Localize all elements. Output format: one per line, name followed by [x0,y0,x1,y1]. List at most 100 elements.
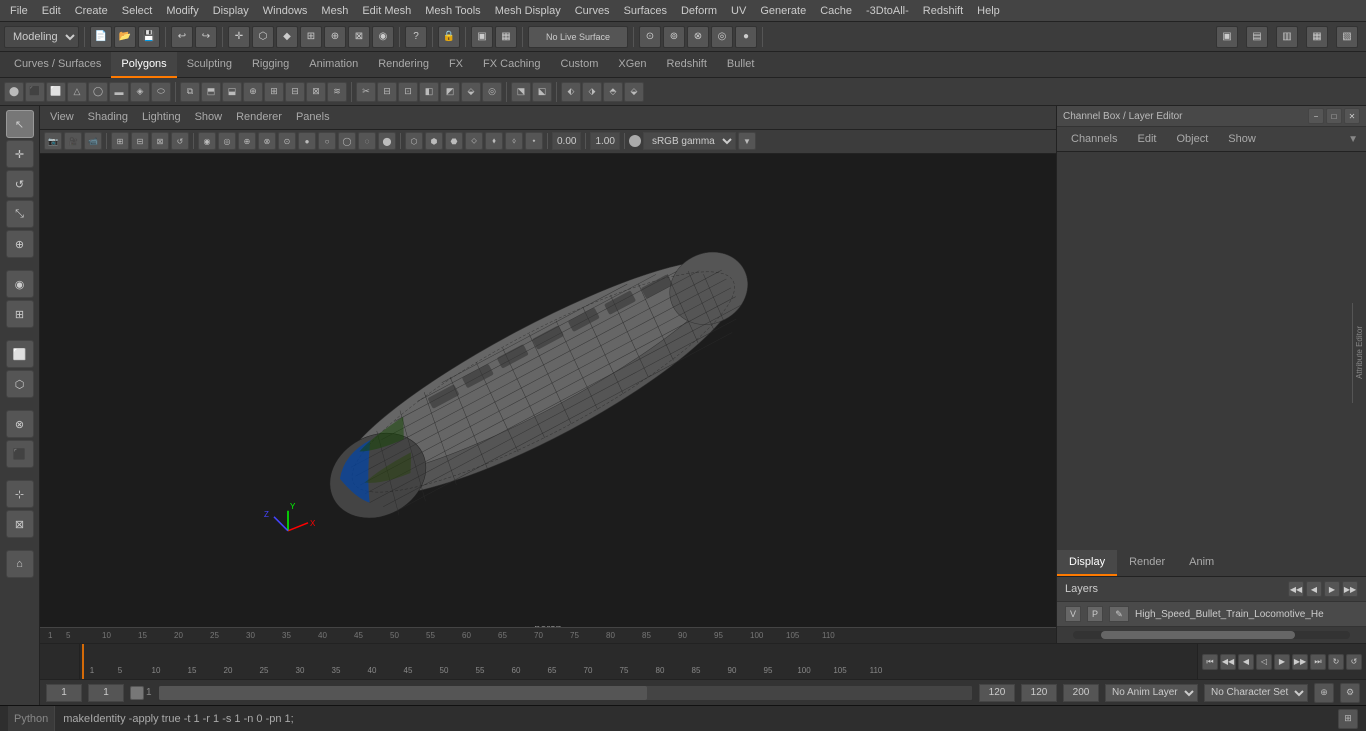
undo-button[interactable]: ↩ [171,26,193,48]
menu-file[interactable]: File [4,3,34,19]
tb2-deform2[interactable]: ⬗ [582,82,602,102]
viewport-canvas[interactable]: X Y Z persp 1 5 10 15 [40,154,1056,643]
cam-btn3[interactable]: ⊗ [687,26,709,48]
vit-gamma-arrow[interactable]: ▼ [738,132,756,150]
vit-extra6[interactable]: ⬨ [505,132,523,150]
vp-menu-show[interactable]: Show [191,111,227,123]
frame-current1[interactable] [46,684,82,702]
menu-cache[interactable]: Cache [814,3,858,19]
layer-nav-next[interactable]: ▶ [1324,581,1340,597]
pb-play-fwd[interactable]: ▶ [1274,654,1290,670]
tab-fx-caching[interactable]: FX Caching [473,52,550,78]
tb2-cut[interactable]: ✂ [356,82,376,102]
tb2-combine[interactable]: ⊞ [264,82,284,102]
point-button[interactable]: ◉ [372,26,394,48]
rp-main-tab-render[interactable]: Render [1117,550,1177,576]
menu-uv[interactable]: UV [725,3,752,19]
tb2-sphere[interactable]: ⬤ [4,82,24,102]
menu-modify[interactable]: Modify [160,3,204,19]
tb2-insert-edgeloop[interactable]: ⊟ [377,82,397,102]
lasso-tool[interactable]: ⬡ [252,26,274,48]
tab-fx[interactable]: FX [439,52,473,78]
home-btn[interactable]: ⌂ [6,550,34,578]
no-character-set-dropdown[interactable]: No Character Set [1204,684,1308,702]
magnet-button[interactable]: ⊕ [324,26,346,48]
tb2-capsule[interactable]: ⬭ [151,82,171,102]
tb2-deform3[interactable]: ⬘ [603,82,623,102]
rp-tab-edit[interactable]: Edit [1131,131,1162,147]
tb2-circularize[interactable]: ◎ [482,82,502,102]
layer-nav-next2[interactable]: ▶▶ [1342,581,1358,597]
menu-mesh-display[interactable]: Mesh Display [489,3,567,19]
menu-create[interactable]: Create [69,3,114,19]
menu-help[interactable]: Help [971,3,1006,19]
right-panel-btn3[interactable]: ▥ [1276,26,1298,48]
tab-redshift[interactable]: Redshift [657,52,717,78]
scale-tool-btn[interactable]: ⤡ [6,200,34,228]
layer-scrollbar[interactable] [1073,631,1350,639]
menu-mesh-tools[interactable]: Mesh Tools [419,3,486,19]
vit-display4[interactable]: ⊗ [258,132,276,150]
pb-settings[interactable]: ↺ [1346,654,1362,670]
pb-prev-frame[interactable]: ◀ [1238,654,1254,670]
vit-grid2[interactable]: ⊟ [131,132,149,150]
char-set-btn1[interactable]: ⊕ [1314,683,1334,703]
panel-maximize[interactable]: □ [1326,108,1342,124]
tb2-bool[interactable]: ⊕ [243,82,263,102]
panel-close[interactable]: ✕ [1344,108,1360,124]
render-btn2[interactable]: ▦ [495,26,517,48]
menu-surfaces[interactable]: Surfaces [618,3,673,19]
rp-tab-channels[interactable]: Channels [1065,131,1123,147]
select-tool[interactable]: ✛ [228,26,250,48]
tab-sculpting[interactable]: Sculpting [177,52,242,78]
soft-select-btn[interactable]: ◉ [6,270,34,298]
layer-scrollbar-thumb[interactable] [1101,631,1295,639]
menu-mesh[interactable]: Mesh [315,3,354,19]
vit-extra2[interactable]: ⬢ [425,132,443,150]
open-button[interactable]: 📂 [114,26,136,48]
vit-gamma-indicator[interactable] [629,135,641,147]
vp-menu-lighting[interactable]: Lighting [138,111,185,123]
tb2-cone[interactable]: △ [67,82,87,102]
cam-btn5[interactable]: ● [735,26,757,48]
pb-step-back[interactable]: ◀◀ [1220,654,1236,670]
redo-button[interactable]: ↪ [195,26,217,48]
marquee-btn[interactable]: ⬜ [6,340,34,368]
vit-rotate[interactable]: ↺ [171,132,189,150]
tb2-deform1[interactable]: ⬖ [561,82,581,102]
lock-btn[interactable]: 🔒 [438,26,460,48]
vit-display2[interactable]: ◎ [218,132,236,150]
vit-display1[interactable]: ◉ [198,132,216,150]
statusbar-settings-btn[interactable]: ⊞ [1338,709,1358,729]
menu-generate[interactable]: Generate [754,3,812,19]
vit-extra1[interactable]: ⬡ [405,132,423,150]
snap-grid-btn[interactable]: ? [405,26,427,48]
menu-redshift[interactable]: Redshift [917,3,969,19]
vit-extra3[interactable]: ⬣ [445,132,463,150]
vit-cam1[interactable]: 📷 [44,132,62,150]
pb-next-frame[interactable]: ▶▶ [1292,654,1308,670]
gamma-dropdown[interactable]: sRGB gamma [643,132,736,150]
vit-display9[interactable]: ◌ [358,132,376,150]
vit-grid1[interactable]: ⊞ [111,132,129,150]
menu-edit-mesh[interactable]: Edit Mesh [356,3,417,19]
tb2-disk[interactable]: ◈ [130,82,150,102]
show-manip-btn[interactable]: ⊞ [6,300,34,328]
menu-windows[interactable]: Windows [257,3,314,19]
move-tool-btn[interactable]: ✛ [6,140,34,168]
rotate-tool-btn[interactable]: ↺ [6,170,34,198]
rp-collapse-arrow[interactable]: ▼ [1348,134,1358,145]
panel-minimize[interactable]: − [1308,108,1324,124]
tb2-smooth[interactable]: ≋ [327,82,347,102]
tab-curves-surfaces[interactable]: Curves / Surfaces [4,52,111,78]
tab-polygons[interactable]: Polygons [111,52,176,78]
tb2-plane[interactable]: ▬ [109,82,129,102]
snap-button[interactable]: ⊞ [300,26,322,48]
tb2-wedge[interactable]: ⬙ [461,82,481,102]
vp-menu-renderer[interactable]: Renderer [232,111,286,123]
cam-btn1[interactable]: ⊙ [639,26,661,48]
wireframe-btn[interactable]: ⬛ [6,440,34,468]
menu-edit[interactable]: Edit [36,3,67,19]
vit-display6[interactable]: ● [298,132,316,150]
paint-tool[interactable]: ◆ [276,26,298,48]
